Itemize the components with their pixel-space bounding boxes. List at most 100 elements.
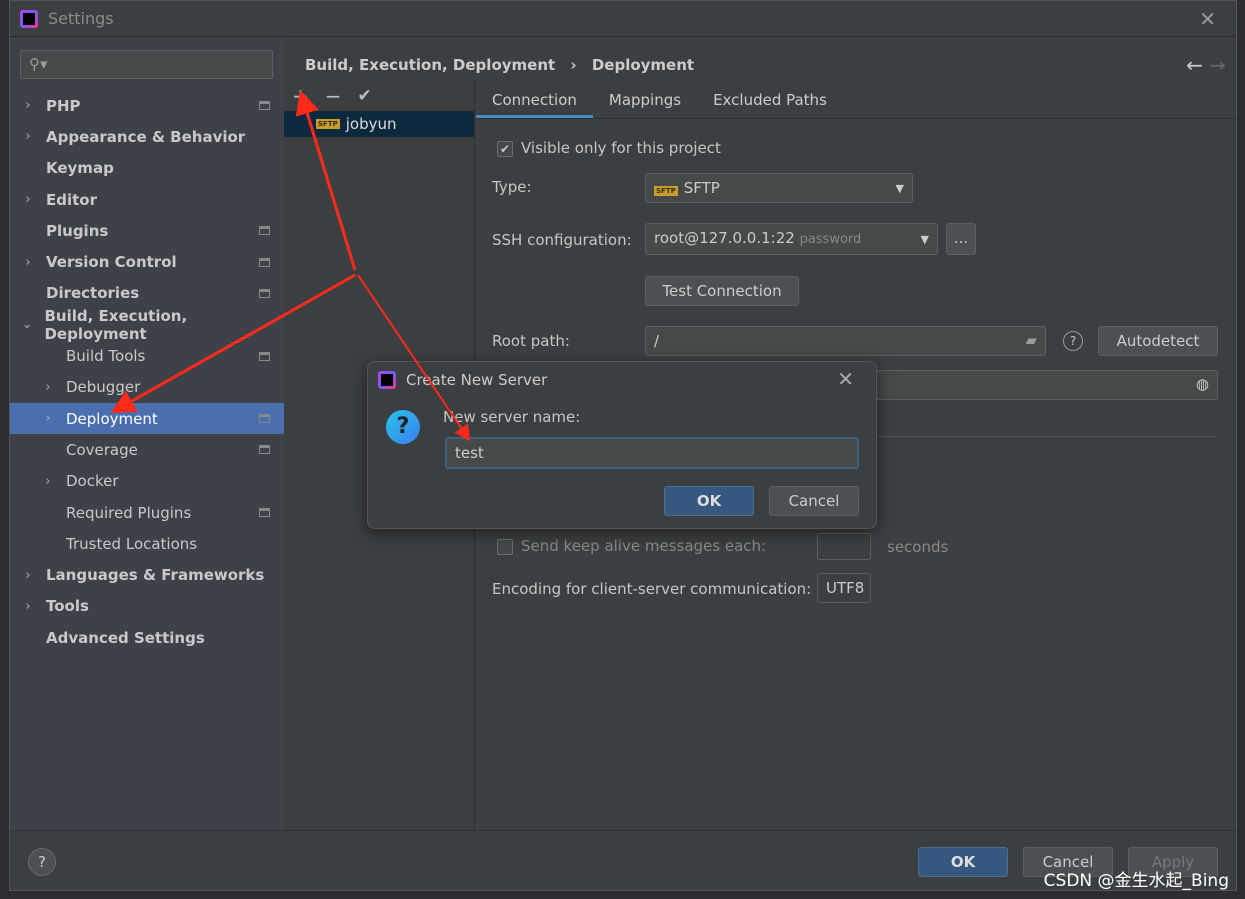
sidebar-item[interactable]: Required Plugins (10, 497, 284, 528)
remove-icon[interactable]: − (325, 84, 342, 108)
window-title: Settings (48, 9, 114, 28)
seconds-label: seconds (887, 538, 949, 556)
server-item[interactable]: SFTP jobyun (284, 111, 474, 137)
chevron-down-icon: ▼ (920, 233, 929, 246)
sidebar-item[interactable]: › Docker (10, 466, 284, 497)
project-scope-icon (259, 101, 270, 111)
chevron-icon: › (45, 379, 51, 395)
sidebar-item[interactable]: Keymap (10, 153, 284, 184)
phpstorm-logo-icon (20, 9, 38, 28)
autodetect-button[interactable]: Autodetect (1098, 326, 1218, 356)
project-scope-icon (259, 288, 270, 298)
project-scope-icon (259, 257, 270, 267)
breadcrumb-current: Deployment (591, 56, 695, 74)
sidebar-item-label: Languages & Frameworks (46, 566, 265, 585)
ssh-config-button[interactable]: ... (946, 223, 976, 255)
test-connection-button[interactable]: Test Connection (645, 276, 799, 306)
dialog-cancel-button[interactable]: Cancel (769, 486, 859, 516)
sftp-icon: SFTP (316, 119, 340, 129)
project-scope-icon (259, 414, 270, 424)
sidebar-item-label: Build, Execution, Deployment (44, 306, 188, 343)
nav-arrows: ← → (1186, 53, 1226, 77)
type-select[interactable]: SFTP SFTP ▼ (645, 173, 913, 203)
chevron-down-icon: ▼ (895, 182, 904, 195)
sidebar-item[interactable]: › Debugger (10, 372, 284, 403)
help-icon[interactable]: ? (1063, 331, 1083, 351)
sftp-icon: SFTP (654, 186, 678, 196)
watermark: CSDN @金生水起_Bing (1043, 871, 1229, 891)
search-input[interactable]: ⚲▾ (20, 50, 273, 79)
sidebar-item-label: Trusted Locations (66, 534, 198, 553)
dialog-title: Create New Server (406, 371, 548, 389)
breadcrumb: Build, Execution, Deployment › Deploymen… (305, 56, 694, 74)
folder-icon[interactable]: ▰ (1025, 331, 1037, 349)
sidebar-item[interactable]: › Appearance & Behavior (10, 121, 284, 152)
sidebar-item-label: Coverage (66, 440, 138, 459)
tab-connection[interactable]: Connection (476, 81, 593, 118)
settings-sidebar: ⚲▾ › PHP › Appearance & Behavior Keymap › Edit… (10, 38, 284, 830)
chevron-icon: › (25, 129, 31, 145)
sidebar-item-label: Required Plugins (66, 503, 192, 522)
sidebar-item[interactable]: ⌄ Build, Execution, Deployment (10, 306, 284, 343)
root-path-input[interactable]: / ▰ (645, 326, 1046, 356)
settings-tree: › PHP › Appearance & Behavior Keymap › Editor P… (10, 90, 284, 653)
visible-only-label: Visible only for this project (521, 139, 721, 157)
sidebar-item-label: Appearance & Behavior (46, 127, 246, 146)
sidebar-item-label: Tools (46, 597, 89, 616)
encoding-label: Encoding for client-server communication… (492, 580, 812, 598)
checkbox-unchecked-icon (497, 538, 513, 555)
search-icon: ⚲▾ (29, 55, 48, 73)
sidebar-item[interactable]: Trusted Locations (10, 528, 284, 559)
sidebar-item[interactable]: › Tools (10, 591, 284, 622)
sidebar-item-label: Build Tools (66, 347, 146, 366)
visible-only-checkbox[interactable]: ✔ Visible only for this project (497, 139, 721, 157)
sidebar-item[interactable]: Coverage (10, 434, 284, 465)
chevron-icon: ⌄ (21, 317, 33, 333)
breadcrumb-parent[interactable]: Build, Execution, Deployment (305, 56, 555, 74)
sidebar-item-label: Advanced Settings (46, 628, 205, 647)
help-button[interactable]: ? (28, 848, 56, 876)
sidebar-item[interactable]: › PHP (10, 90, 284, 121)
dialog-ok-button[interactable]: OK (664, 486, 754, 516)
back-icon[interactable]: ← (1186, 53, 1203, 77)
keepalive-input[interactable] (817, 533, 871, 560)
chevron-icon: › (25, 98, 31, 114)
set-default-icon[interactable]: ✔ (358, 86, 372, 106)
ok-button[interactable]: OK (918, 847, 1008, 877)
sidebar-item[interactable]: Directories (10, 278, 284, 309)
add-icon[interactable]: + (292, 84, 309, 108)
ssh-label: SSH configuration: (492, 231, 632, 249)
sidebar-item[interactable]: › Deployment (10, 402, 284, 435)
keepalive-checkbox[interactable]: Send keep alive messages each: (497, 537, 766, 555)
server-name-input[interactable] (445, 437, 859, 469)
sidebar-item[interactable]: Plugins (10, 215, 284, 246)
create-new-server-dialog: Create New Server ✕ ? New server name: O… (367, 361, 877, 529)
project-scope-icon (259, 351, 270, 361)
sidebar-item[interactable]: Build Tools (10, 340, 284, 371)
forward-icon[interactable]: → (1209, 53, 1226, 77)
project-scope-icon (259, 508, 270, 517)
sidebar-item-label: Version Control (46, 253, 177, 272)
tab-mappings[interactable]: Mappings (593, 81, 697, 118)
root-path-label: Root path: (492, 332, 570, 350)
chevron-icon: › (45, 473, 51, 489)
project-scope-icon (259, 445, 270, 455)
type-label: Type: (492, 178, 532, 196)
server-name: jobyun (345, 115, 397, 133)
close-icon[interactable]: ✕ (1199, 7, 1216, 31)
sidebar-item-label: PHP (46, 96, 81, 115)
close-icon[interactable]: ✕ (837, 367, 854, 391)
sidebar-item[interactable]: Advanced Settings (10, 622, 284, 653)
globe-icon: ◍ (1195, 375, 1209, 393)
sidebar-item-label: Keymap (46, 159, 114, 178)
sidebar-item-label: Debugger (66, 378, 141, 397)
sidebar-item[interactable]: › Languages & Frameworks (10, 559, 284, 590)
sidebar-item-label: Plugins (46, 221, 109, 240)
project-scope-icon (259, 226, 270, 236)
sidebar-item[interactable]: › Version Control (10, 246, 284, 277)
title-bar: Settings ✕ (10, 1, 1236, 37)
ssh-select[interactable]: root@127.0.0.1:22 password ▼ (645, 223, 938, 255)
tab-excluded-paths[interactable]: Excluded Paths (697, 81, 843, 118)
encoding-select[interactable]: UTF8 (817, 573, 871, 603)
sidebar-item[interactable]: › Editor (10, 184, 284, 215)
